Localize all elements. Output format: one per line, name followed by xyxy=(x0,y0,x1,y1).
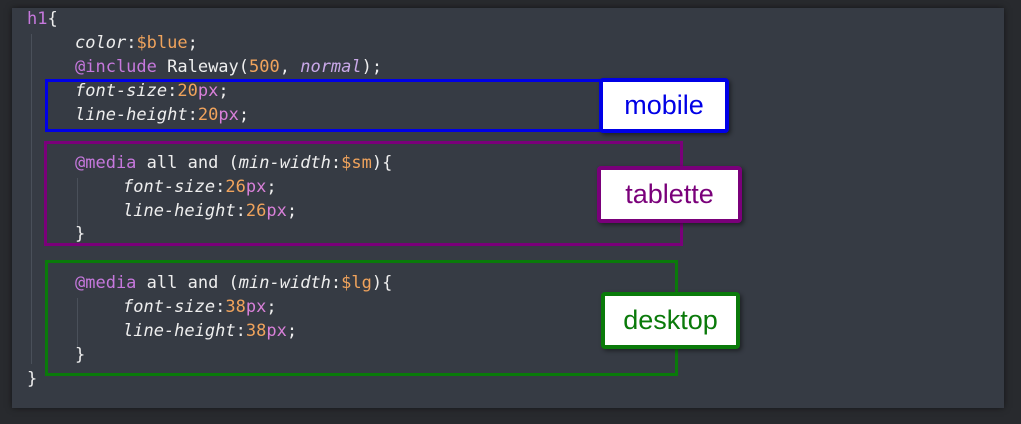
include-name: Raleway( xyxy=(156,57,250,77)
code-line-root-close: } xyxy=(27,367,37,391)
tablet-label: tablette xyxy=(597,166,742,223)
mobile-label: mobile xyxy=(599,78,729,133)
include-style: normal xyxy=(300,57,362,77)
include-directive: @include xyxy=(75,57,157,77)
include-weight: 500 xyxy=(249,57,280,77)
code-line-include: @include Raleway(500, normal); xyxy=(75,55,382,79)
colon: : xyxy=(126,33,137,53)
desktop-highlight-box xyxy=(45,260,678,376)
include-sep: , xyxy=(279,57,301,77)
tablet-highlight-box xyxy=(44,141,683,246)
code-line-selector: h1{ xyxy=(27,7,58,31)
value-color: $blue xyxy=(136,33,188,53)
close-brace: } xyxy=(27,369,38,389)
code-line-color: color:$blue; xyxy=(75,31,198,55)
selector: h1 xyxy=(27,9,48,29)
indent-guide xyxy=(31,34,32,364)
desktop-label: desktop xyxy=(601,292,740,349)
property-color: color xyxy=(75,33,127,53)
mobile-highlight-box xyxy=(45,79,603,132)
include-close: ); xyxy=(361,57,383,77)
open-brace: { xyxy=(47,9,58,29)
semicolon: ; xyxy=(187,33,198,53)
